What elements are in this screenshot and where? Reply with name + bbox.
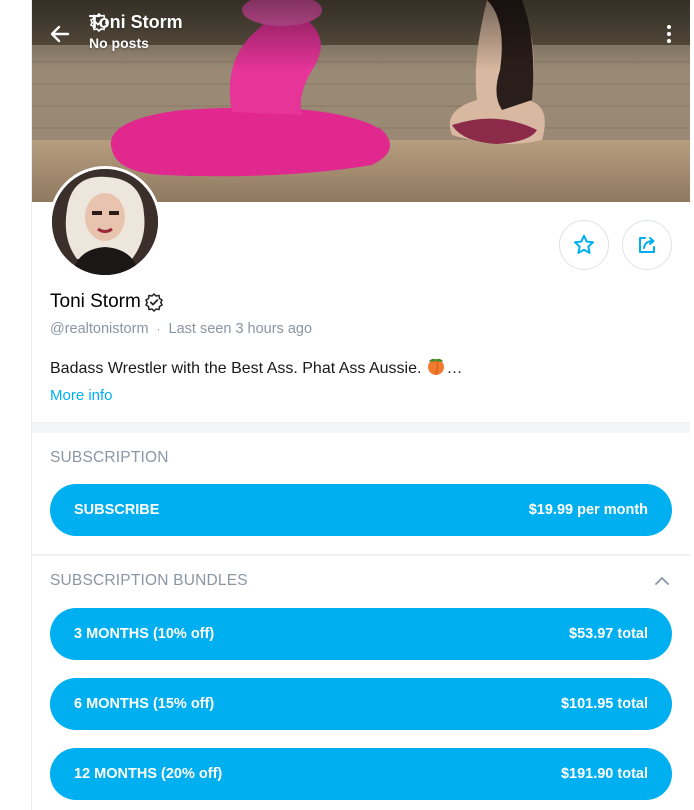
last-seen: Last seen 3 hours ago — [168, 321, 313, 337]
header-text: Toni Storm No posts — [89, 12, 183, 51]
more-options-button[interactable] — [665, 24, 673, 44]
verified-badge-icon — [89, 12, 109, 32]
bio-ellipsis: … — [446, 359, 463, 377]
bundle-price: $101.95 total — [560, 696, 648, 712]
header-name-row: Toni Storm — [89, 12, 183, 33]
bundle-price: $53.97 total — [569, 626, 648, 642]
subscription-section-title: SUBSCRIPTION — [50, 449, 169, 466]
section-divider — [32, 554, 691, 556]
bundle-price: $191.90 total — [560, 766, 648, 782]
profile-handle: @realtonistorm — [50, 321, 149, 337]
separator-dot: · — [156, 322, 161, 336]
back-button[interactable] — [46, 20, 74, 48]
bundle-label: 6 MONTHS (15% off) — [74, 696, 215, 712]
bundle-button-3-months[interactable]: 3 MONTHS (10% off) $53.97 total — [50, 608, 672, 660]
bio-text: Badass Wrestler with the Best Ass. Phat … — [50, 359, 422, 377]
share-button[interactable] — [622, 220, 672, 270]
star-icon — [574, 234, 594, 254]
profile-name: Toni Storm — [50, 291, 141, 312]
share-icon — [639, 237, 655, 253]
bundle-button-12-months[interactable]: 12 MONTHS (20% off) $191.90 total — [50, 748, 672, 800]
right-gutter — [690, 0, 694, 810]
bundle-button-6-months[interactable]: 6 MONTHS (15% off) $101.95 total — [50, 678, 672, 730]
profile-name-row: Toni Storm — [50, 291, 164, 313]
bundle-label: 3 MONTHS (10% off) — [74, 626, 215, 642]
left-gutter — [0, 0, 31, 810]
handle-row: @realtonistorm · Last seen 3 hours ago — [50, 321, 312, 337]
chevron-up-icon — [655, 577, 669, 585]
favorite-button[interactable] — [559, 220, 609, 270]
profile-top-bar: Toni Storm No posts — [32, 0, 691, 70]
verified-badge-icon — [144, 292, 163, 312]
subscribe-label: SUBSCRIBE — [74, 502, 160, 518]
peach-emoji-icon — [426, 356, 446, 381]
more-info-link[interactable]: More info — [50, 387, 113, 404]
avatar[interactable] — [49, 166, 161, 278]
avatar-photo — [52, 169, 158, 275]
arrow-left-icon — [50, 25, 70, 43]
profile-bio: Badass Wrestler with the Best Ass. Phat … — [50, 356, 462, 381]
header-post-count: No posts — [89, 35, 149, 51]
subscribe-price: $19.99 per month — [528, 502, 648, 518]
collapse-bundles-button[interactable] — [654, 573, 670, 589]
section-divider — [32, 422, 691, 433]
more-vertical-icon — [667, 25, 671, 43]
profile-page: Toni Storm No posts Toni Storm @realtoni… — [31, 0, 692, 810]
bundles-section-title: SUBSCRIPTION BUNDLES — [50, 572, 248, 589]
bundle-label: 12 MONTHS (20% off) — [74, 766, 223, 782]
subscribe-button[interactable]: SUBSCRIBE $19.99 per month — [50, 484, 672, 536]
